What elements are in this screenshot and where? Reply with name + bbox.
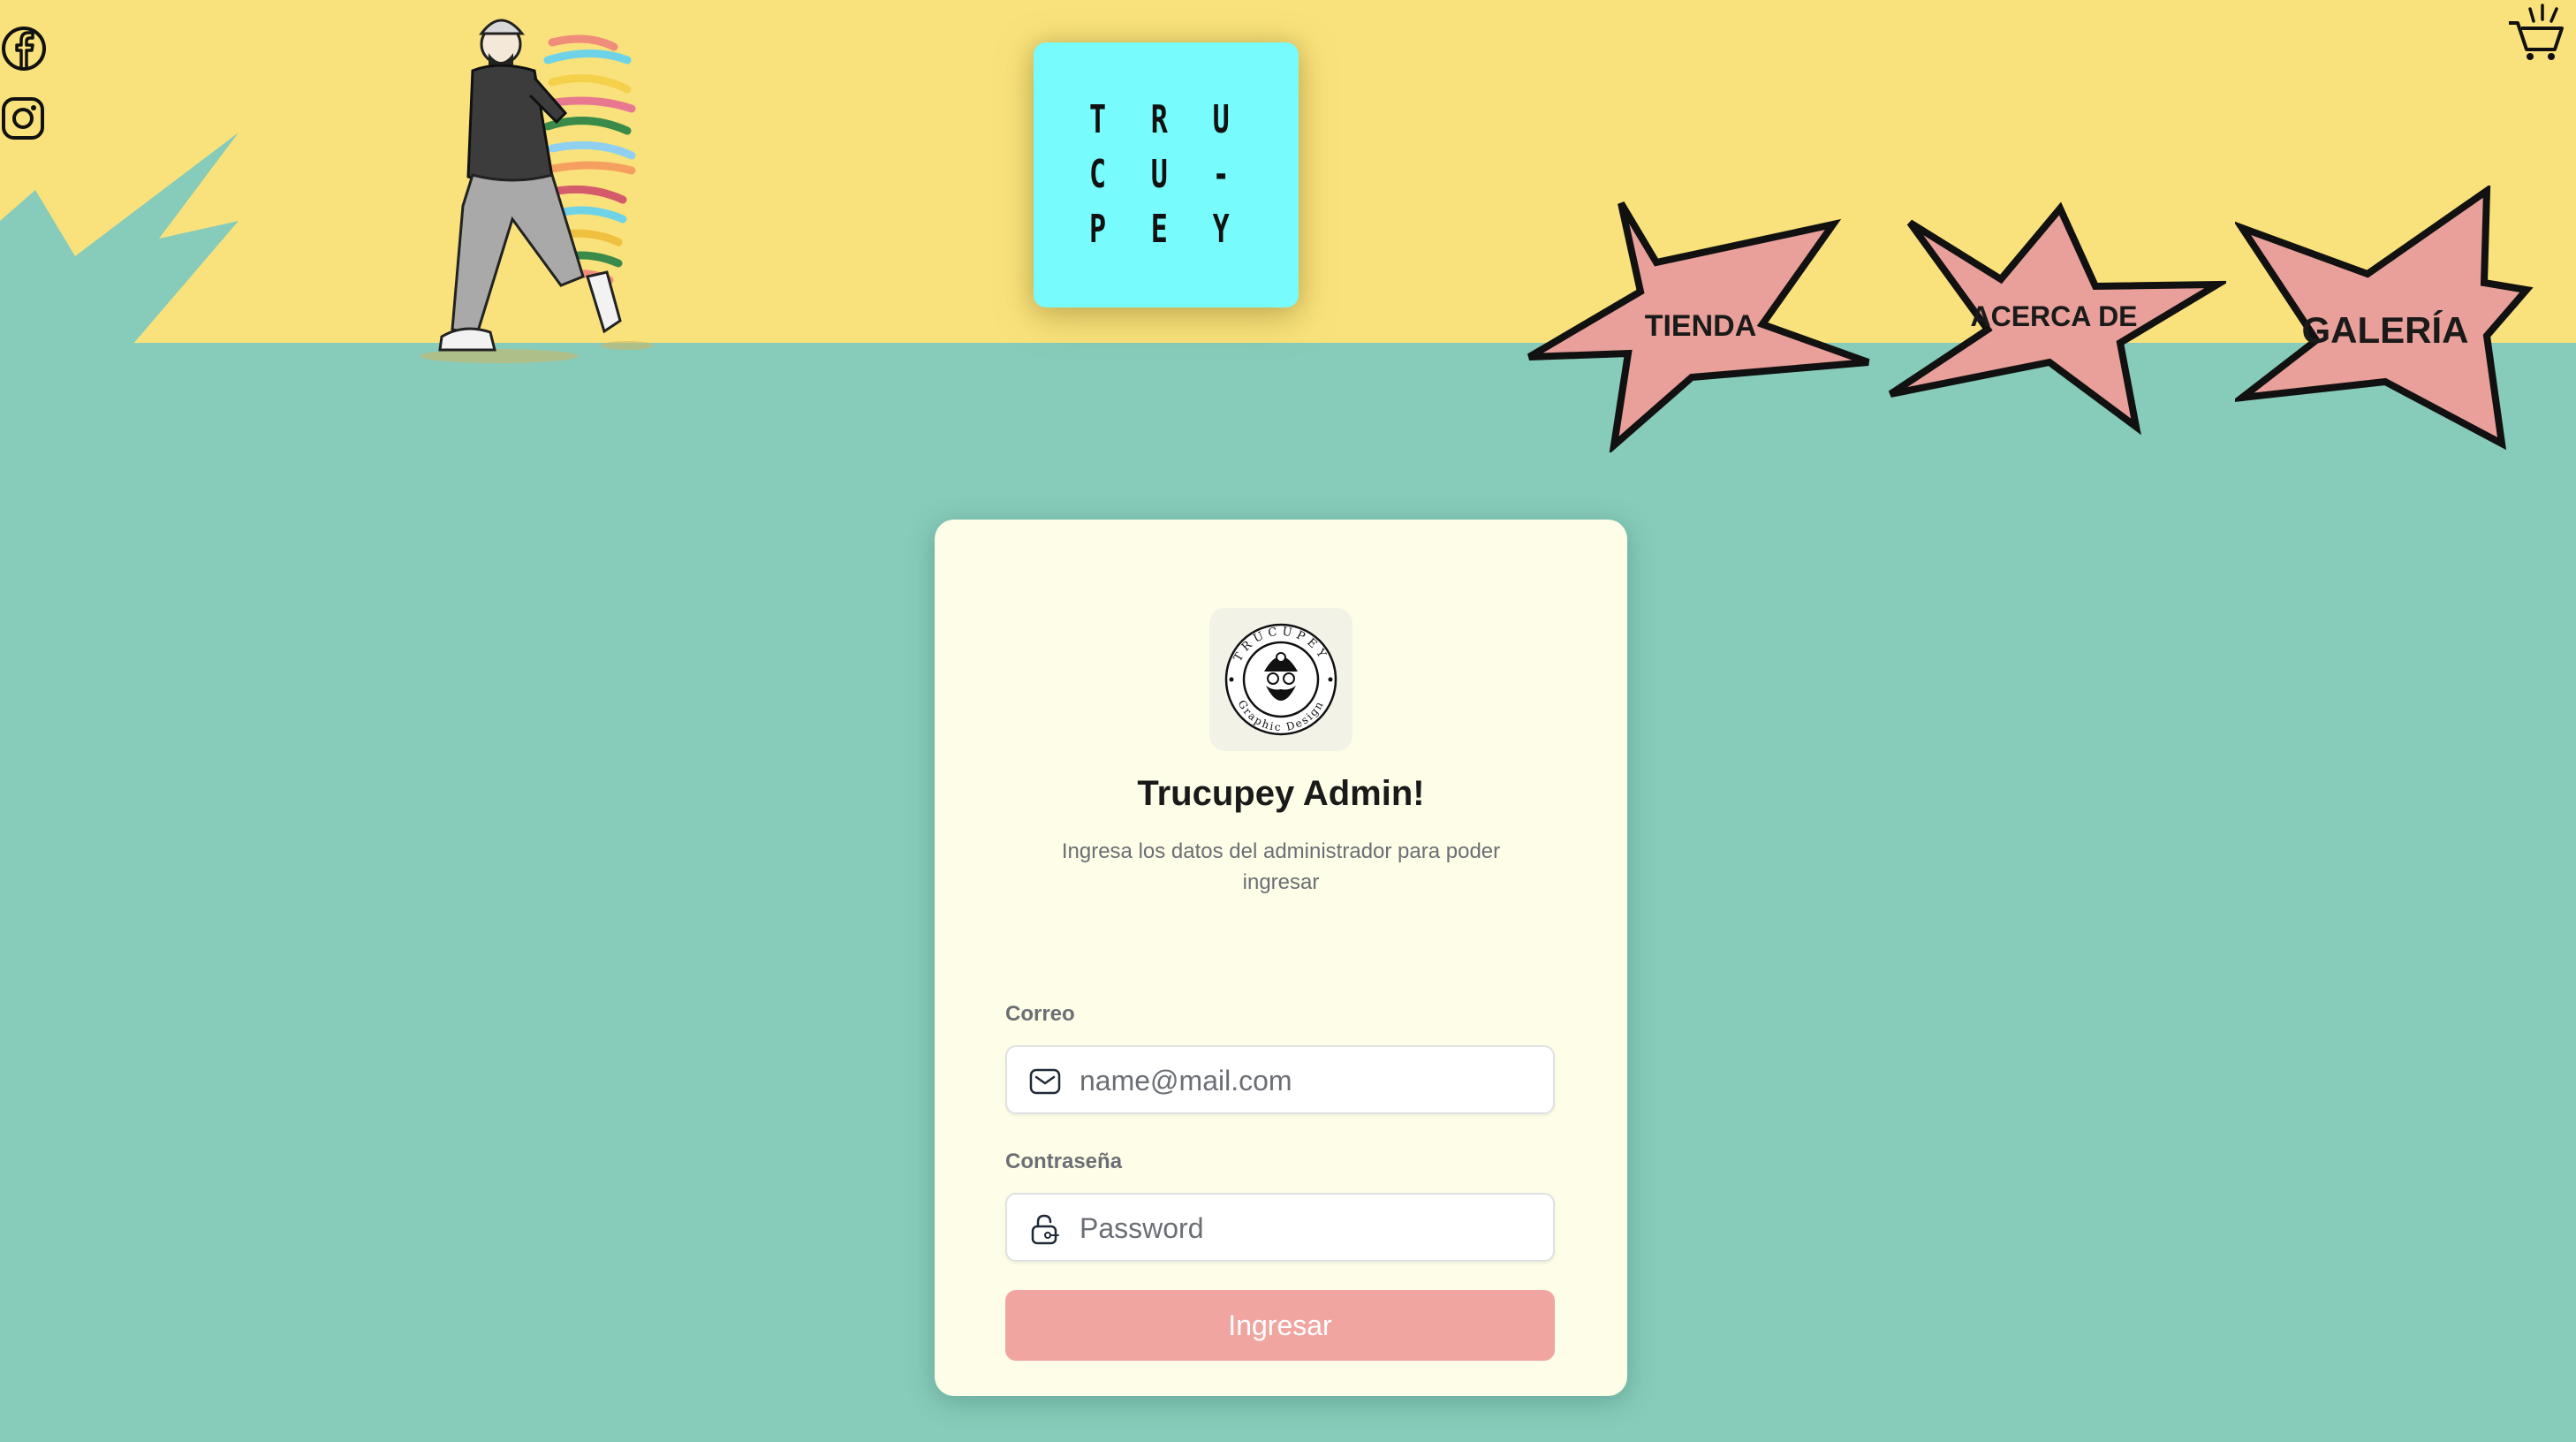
nav-acerca-de-label: ACERCA DE — [1970, 300, 2138, 332]
walking-man-illustration — [420, 19, 654, 363]
nav-acerca-de[interactable]: ACERCA DE — [1882, 201, 2226, 440]
trucupey-badge-logo: TRUCUPEY Graphic Design — [1209, 608, 1352, 751]
password-label: Contraseña — [1005, 1150, 1123, 1173]
email-field-container — [1005, 1045, 1555, 1114]
password-field-container — [1005, 1193, 1555, 1262]
email-label: Correo — [1005, 1002, 1075, 1026]
nav-galeria-label: GALERÍA — [2301, 309, 2469, 351]
submit-button[interactable]: Ingresar — [1005, 1290, 1555, 1361]
mail-icon — [1028, 1065, 1062, 1098]
login-title: Trucupey Admin! — [1137, 774, 1425, 813]
login-card: TRUCUPEY Graphic Design Trucupey Admin! … — [935, 520, 1627, 1396]
nav-tienda[interactable]: TIENDA — [1524, 196, 1877, 452]
spike-decoration — [0, 133, 239, 345]
email-input[interactable] — [1078, 1047, 1541, 1114]
nav-tienda-label: TIENDA — [1644, 309, 1757, 343]
lock-icon — [1028, 1212, 1062, 1246]
password-input[interactable] — [1078, 1195, 1541, 1262]
login-subtitle: Ingresa los datos del administrador para… — [1061, 839, 1501, 894]
shopping-cart-icon[interactable] — [2507, 4, 2565, 62]
nav-galeria[interactable]: GALERÍA — [2235, 186, 2535, 451]
brand-logo[interactable]: T R UC U -P E Y — [1034, 42, 1299, 307]
instagram-icon[interactable] — [0, 95, 48, 143]
facebook-icon[interactable] — [0, 25, 48, 72]
brand-logo-text: T R UC U -P E Y — [1088, 97, 1244, 252]
